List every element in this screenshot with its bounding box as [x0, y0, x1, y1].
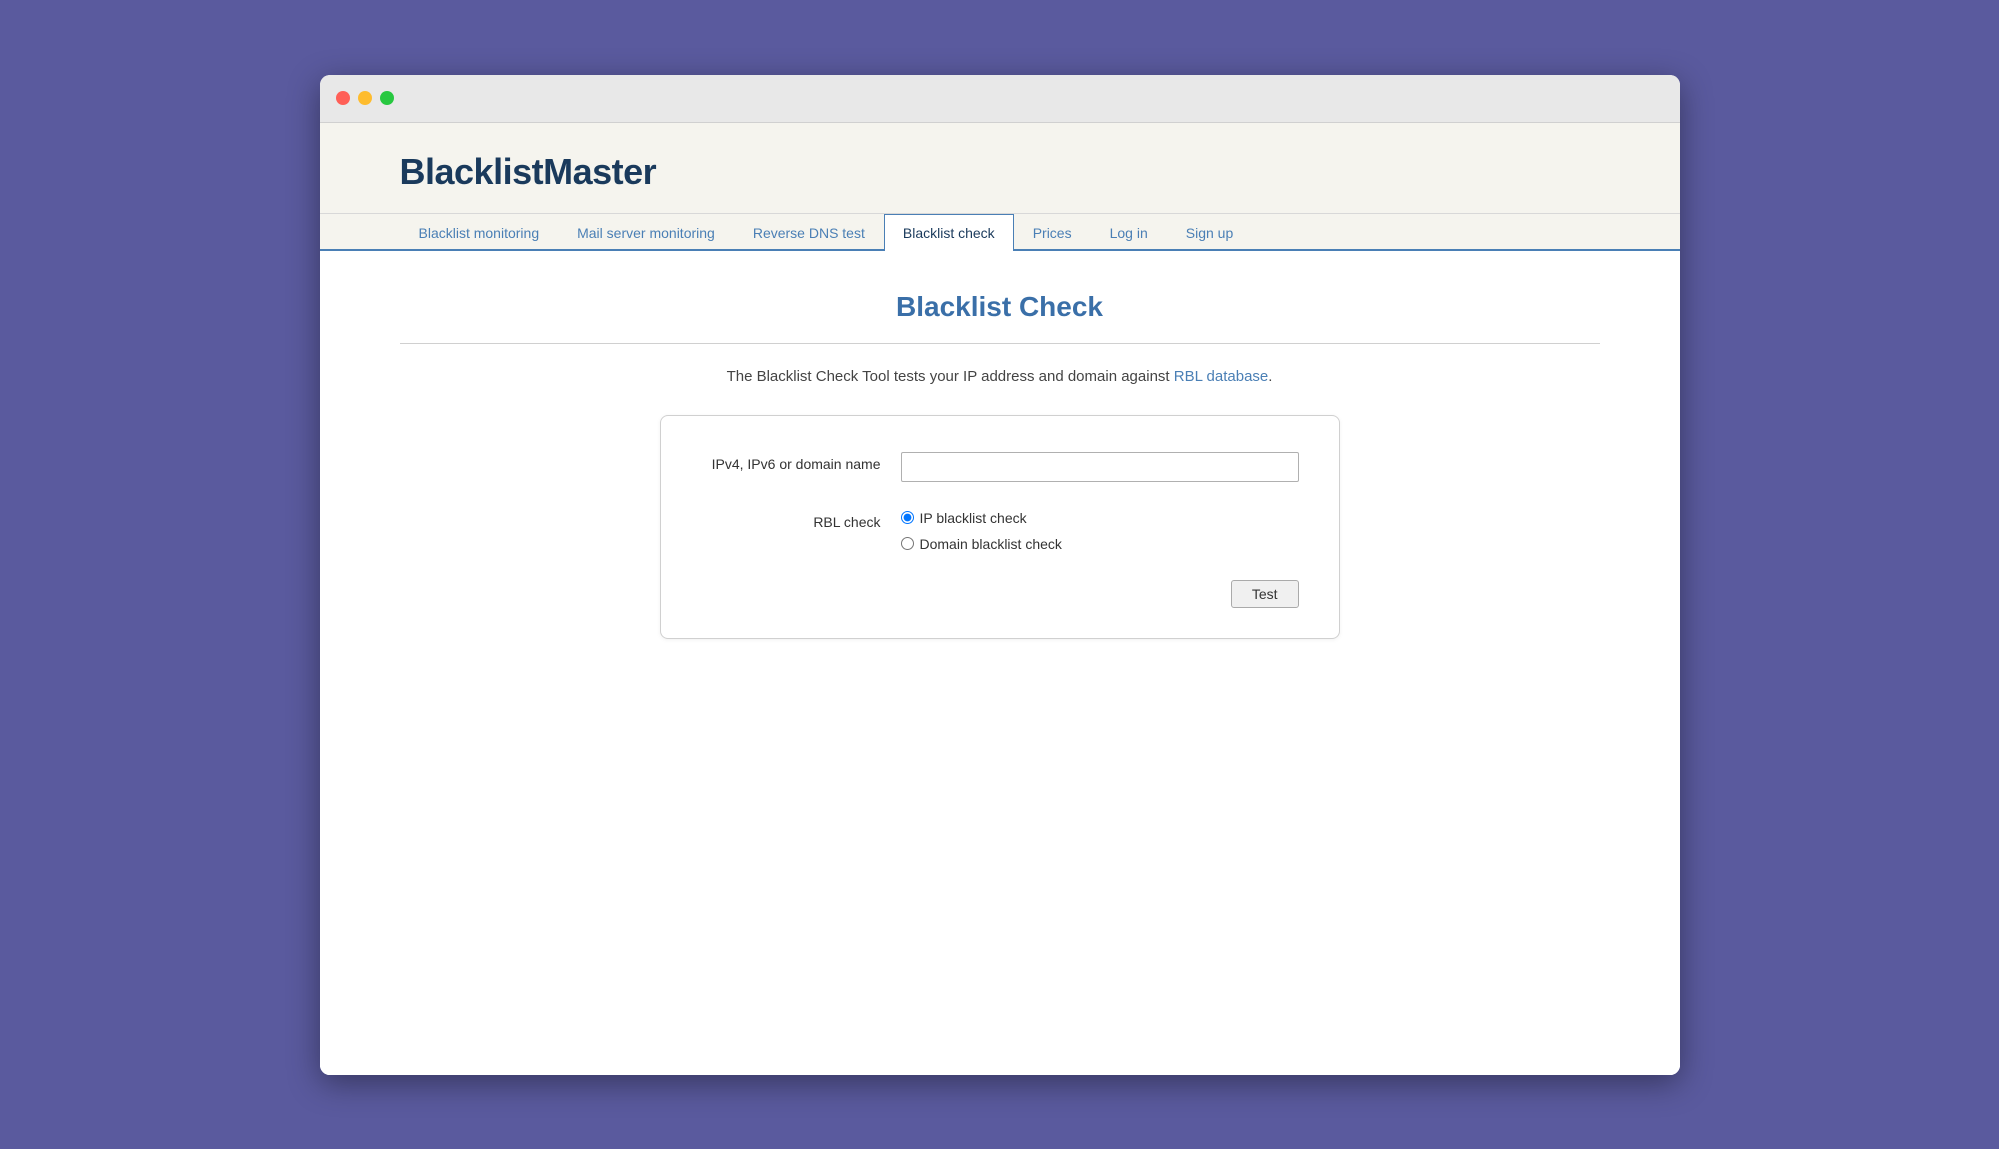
radio-group: IP blacklist check Domain blacklist chec… [901, 510, 1062, 552]
nav-item-signup[interactable]: Sign up [1167, 214, 1252, 251]
description-prefix: The Blacklist Check Tool tests your IP a… [727, 368, 1174, 385]
description-suffix: . [1268, 368, 1272, 385]
minimize-button[interactable] [358, 91, 372, 105]
maximize-button[interactable] [380, 91, 394, 105]
page-title: Blacklist Check [400, 291, 1600, 323]
radio-ip-blacklist[interactable] [901, 511, 914, 524]
traffic-lights [336, 91, 394, 105]
ip-input[interactable] [901, 452, 1299, 482]
nav-item-reverse-dns-test[interactable]: Reverse DNS test [734, 214, 884, 251]
nav-item-blacklist-check[interactable]: Blacklist check [884, 214, 1014, 251]
title-bar [320, 75, 1680, 123]
rbl-check-row: RBL check IP blacklist check Domain blac… [701, 510, 1299, 552]
rbl-label: RBL check [701, 510, 901, 530]
description: The Blacklist Check Tool tests your IP a… [400, 368, 1600, 385]
nav-item-prices[interactable]: Prices [1014, 214, 1091, 251]
nav-item-blacklist-monitoring[interactable]: Blacklist monitoring [400, 214, 559, 251]
page-main: Blacklist Check The Blacklist Check Tool… [320, 251, 1680, 1075]
form-card: IPv4, IPv6 or domain name RBL check IP b… [660, 415, 1340, 639]
divider [400, 343, 1600, 344]
test-button[interactable]: Test [1231, 580, 1299, 608]
browser-content: BlacklistMaster Blacklist monitoring Mai… [320, 123, 1680, 1075]
browser-window: BlacklistMaster Blacklist monitoring Mai… [320, 75, 1680, 1075]
nav-item-mail-server-monitoring[interactable]: Mail server monitoring [558, 214, 734, 251]
radio-domain-blacklist[interactable] [901, 537, 914, 550]
form-actions: Test [701, 580, 1299, 608]
site-logo: BlacklistMaster [400, 151, 1600, 193]
radio-ip-blacklist-label[interactable]: IP blacklist check [901, 510, 1062, 526]
radio-domain-blacklist-text: Domain blacklist check [920, 536, 1062, 552]
ip-input-row: IPv4, IPv6 or domain name [701, 452, 1299, 482]
radio-domain-blacklist-label[interactable]: Domain blacklist check [901, 536, 1062, 552]
site-header: BlacklistMaster [320, 123, 1680, 214]
close-button[interactable] [336, 91, 350, 105]
ip-label: IPv4, IPv6 or domain name [701, 452, 901, 472]
rbl-database-link[interactable]: RBL database [1174, 368, 1269, 385]
radio-ip-blacklist-text: IP blacklist check [920, 510, 1027, 526]
nav-item-login[interactable]: Log in [1091, 214, 1167, 251]
nav-bar: Blacklist monitoring Mail server monitor… [320, 214, 1680, 251]
